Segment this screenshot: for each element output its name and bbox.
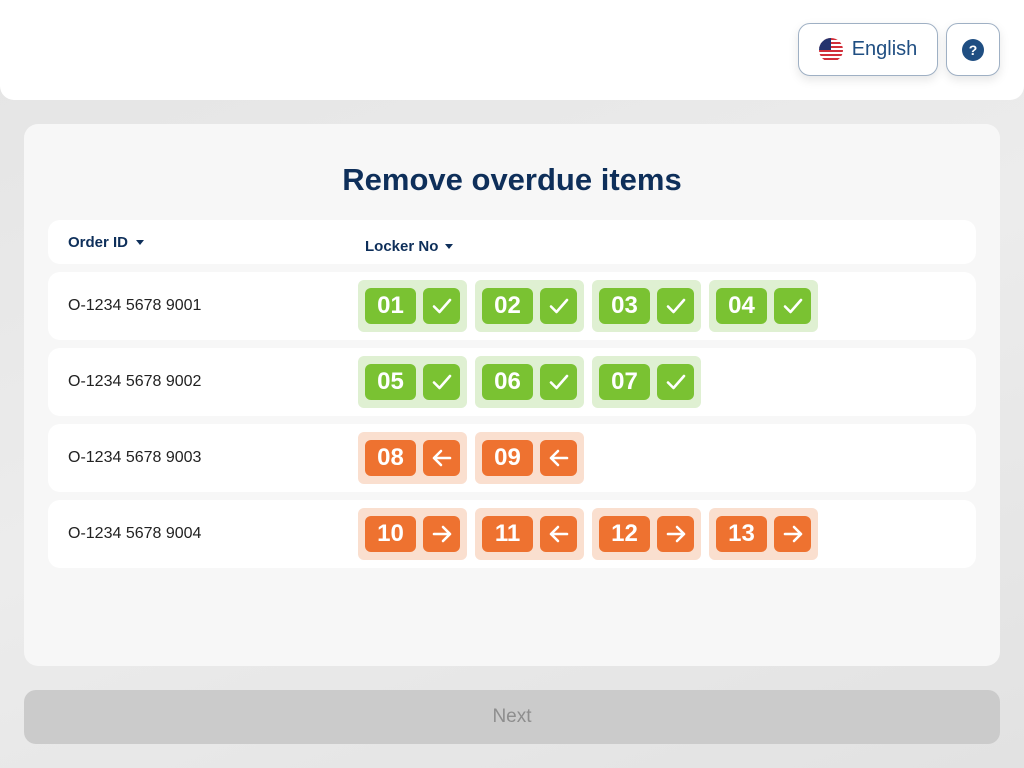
check-icon bbox=[423, 364, 460, 400]
check-icon bbox=[423, 288, 460, 324]
locker-badge[interactable]: 02 bbox=[475, 280, 584, 332]
locker-number: 05 bbox=[365, 364, 416, 400]
table-row: O-1234 5678 9001 01 02 03 04 bbox=[48, 272, 976, 340]
arrow-right-icon bbox=[774, 516, 811, 552]
page-title: Remove overdue items bbox=[342, 162, 682, 197]
sort-caret-icon bbox=[445, 243, 454, 249]
locker-list: 01 02 03 04 bbox=[358, 280, 818, 332]
locker-number: 02 bbox=[482, 288, 533, 324]
overdue-items-card: Remove overdue items Order ID Locker No … bbox=[24, 124, 1000, 666]
locker-number: 03 bbox=[599, 288, 650, 324]
sort-caret-icon bbox=[136, 239, 145, 245]
table-row: O-1234 5678 9003 08 09 bbox=[48, 424, 976, 492]
help-button[interactable]: ? bbox=[946, 23, 1000, 76]
language-label: English bbox=[851, 38, 918, 60]
arrow-right-icon bbox=[657, 516, 694, 552]
check-icon bbox=[657, 288, 694, 324]
table-row: O-1234 5678 9004 10 11 12 13 bbox=[48, 500, 976, 568]
locker-number: 01 bbox=[365, 288, 416, 324]
locker-list: 05 06 07 bbox=[358, 356, 701, 408]
column-label: Locker No bbox=[365, 237, 439, 255]
locker-badge[interactable]: 09 bbox=[475, 432, 584, 484]
locker-badge[interactable]: 11 bbox=[475, 508, 584, 560]
table-row: O-1234 5678 9002 05 06 07 bbox=[48, 348, 976, 416]
locker-number: 06 bbox=[482, 364, 533, 400]
check-icon bbox=[540, 288, 577, 324]
locker-badge[interactable]: 07 bbox=[592, 356, 701, 408]
locker-badge[interactable]: 05 bbox=[358, 356, 467, 408]
locker-badge[interactable]: 08 bbox=[358, 432, 467, 484]
locker-badge[interactable]: 01 bbox=[358, 280, 467, 332]
language-button[interactable]: English bbox=[798, 23, 938, 76]
locker-badge[interactable]: 13 bbox=[709, 508, 818, 560]
locker-list: 08 09 bbox=[358, 432, 584, 484]
locker-number: 07 bbox=[599, 364, 650, 400]
column-label: Order ID bbox=[68, 233, 129, 251]
check-icon bbox=[774, 288, 811, 324]
locker-number: 12 bbox=[599, 516, 650, 552]
arrow-right-icon bbox=[423, 516, 460, 552]
arrow-left-icon bbox=[540, 516, 577, 552]
column-header-order-id[interactable]: Order ID bbox=[68, 220, 145, 264]
check-icon bbox=[657, 364, 694, 400]
question-mark-icon: ? bbox=[962, 38, 984, 61]
table-header: Order ID Locker No bbox=[48, 220, 976, 264]
locker-list: 10 11 12 13 bbox=[358, 508, 818, 560]
locker-number: 10 bbox=[365, 516, 416, 552]
arrow-left-icon bbox=[423, 440, 460, 476]
locker-badge[interactable]: 10 bbox=[358, 508, 467, 560]
column-header-locker-no[interactable]: Locker No bbox=[358, 220, 467, 272]
locker-number: 04 bbox=[716, 288, 767, 324]
next-button[interactable]: Next bbox=[24, 690, 1000, 744]
arrow-left-icon bbox=[540, 440, 577, 476]
locker-number: 11 bbox=[482, 516, 533, 552]
order-id: O-1234 5678 9002 bbox=[68, 373, 202, 390]
locker-badge[interactable]: 06 bbox=[475, 356, 584, 408]
locker-number: 08 bbox=[365, 440, 416, 476]
header-bar: English ? bbox=[0, 0, 1024, 100]
locker-badge[interactable]: 12 bbox=[592, 508, 701, 560]
check-icon bbox=[540, 364, 577, 400]
order-id: O-1234 5678 9001 bbox=[68, 297, 202, 314]
locker-number: 13 bbox=[716, 516, 767, 552]
locker-badge[interactable]: 04 bbox=[709, 280, 818, 332]
locker-number: 09 bbox=[482, 440, 533, 476]
us-flag-icon bbox=[818, 37, 843, 62]
order-id: O-1234 5678 9004 bbox=[68, 525, 202, 542]
locker-badge[interactable]: 03 bbox=[592, 280, 701, 332]
order-id: O-1234 5678 9003 bbox=[68, 449, 202, 466]
